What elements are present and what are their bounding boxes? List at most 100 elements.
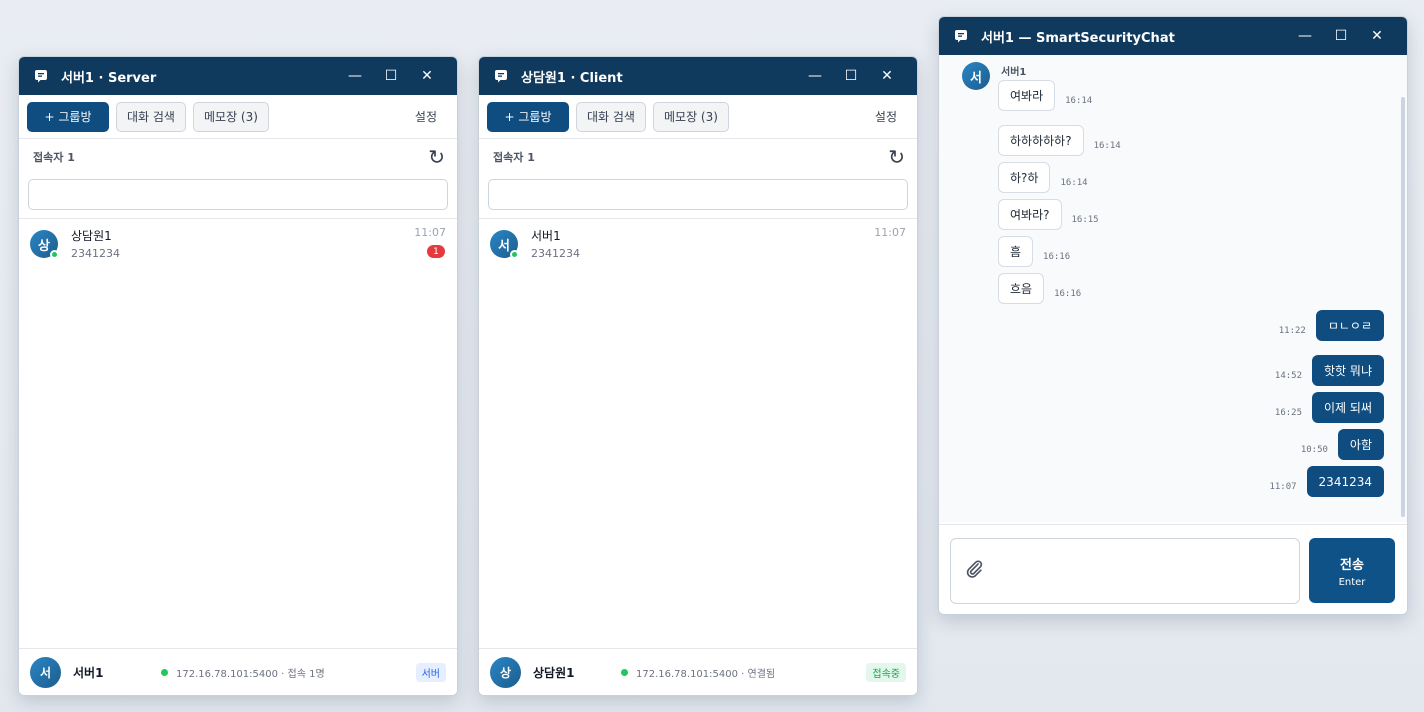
maximize-icon[interactable]: ☐ xyxy=(373,57,409,95)
incoming-message: 흠 16:16 xyxy=(998,236,1080,267)
chat-window: 서버1 — SmartSecurityChat — ☐ ✕ 서 서버1 여봐라 … xyxy=(938,16,1408,615)
message-time: 16:25 xyxy=(1274,408,1303,418)
chat-titlebar[interactable]: 서버1 — SmartSecurityChat — ☐ ✕ xyxy=(939,17,1407,55)
outgoing-message: 14:52 핫핫 뭐냐 xyxy=(1265,355,1384,386)
window-title: 서버1 — SmartSecurityChat xyxy=(981,30,1175,46)
scrollbar[interactable] xyxy=(1401,97,1405,517)
chat-icon xyxy=(953,28,969,44)
message-bubble: 아함 xyxy=(1337,429,1384,460)
minimize-icon[interactable]: — xyxy=(797,57,833,95)
chat-icon xyxy=(33,68,49,84)
maximize-icon[interactable]: ☐ xyxy=(833,57,869,95)
incoming-message: 여봐라? 16:15 xyxy=(998,199,1109,230)
server-window: 서버1 · Server — ☐ ✕ + 그룹방 대화 검색 메모장 (3) 설… xyxy=(18,56,458,696)
sender-header: 서 xyxy=(962,62,990,90)
outgoing-message: 16:25 이제 되써 xyxy=(1265,392,1384,423)
message-time: 14:52 xyxy=(1274,371,1303,381)
send-label: 전송 xyxy=(1340,557,1364,573)
status-footer: 서 서버1 172.16.78.101:5400 · 접속 1명 서버 xyxy=(19,648,457,695)
user-name: 상담원1 xyxy=(533,665,575,680)
message-bubble: 여봐라 xyxy=(998,80,1056,111)
client-window: 상담원1 · Client — ☐ ✕ + 그룹방 대화 검색 메모장 (3) … xyxy=(478,56,918,696)
memo-button[interactable]: 메모장 (3) xyxy=(192,101,269,132)
message-input[interactable] xyxy=(950,538,1300,604)
online-indicator xyxy=(50,250,59,259)
message-time: 16:16 xyxy=(1054,289,1082,299)
avatar: 서 xyxy=(962,62,990,90)
server-toolbar: + 그룹방 대화 검색 메모장 (3) 설정 xyxy=(19,95,457,139)
message-time: 11:22 xyxy=(1278,326,1306,336)
window-title: 상담원1 · Client xyxy=(521,70,623,86)
contact-time: 11:07 xyxy=(414,226,446,239)
incoming-message: 여봐라 16:14 xyxy=(998,80,1102,111)
minimize-icon[interactable]: — xyxy=(337,57,373,95)
contact-last-message: 2341234 xyxy=(531,247,580,260)
connected-users-title: 접속자 1 xyxy=(493,151,535,164)
sender-name: 서버1 xyxy=(1001,67,1027,78)
paperclip-icon[interactable] xyxy=(963,558,985,585)
message-bubble: 2341234 xyxy=(1306,466,1384,497)
role-badge: 서버 xyxy=(415,662,446,682)
message-time: 16:15 xyxy=(1071,215,1099,225)
message-time: 16:14 xyxy=(1065,96,1093,106)
server-titlebar[interactable]: 서버1 · Server — ☐ ✕ xyxy=(19,57,457,95)
incoming-message: 흐음 16:16 xyxy=(998,273,1091,304)
message-area[interactable]: 서 서버1 여봐라 16:14 하하하하하? 16:14 하?하 16:14 여… xyxy=(939,55,1407,522)
memo-button[interactable]: 메모장 (3) xyxy=(652,101,729,132)
message-bubble: 흠 xyxy=(998,236,1034,267)
search-input[interactable] xyxy=(28,179,448,210)
chat-search-button[interactable]: 대화 검색 xyxy=(576,101,646,132)
status-dot xyxy=(161,668,168,676)
avatar-initial: 상 xyxy=(499,665,512,680)
avatar-initial: 서 xyxy=(970,70,982,86)
message-bubble: 흐음 xyxy=(998,273,1045,304)
status-footer: 상 상담원1 172.16.78.101:5400 · 연결됨 접속중 xyxy=(479,648,917,695)
avatar: 상 xyxy=(30,230,59,259)
list-item[interactable]: 서 서버1 2341234 11:07 xyxy=(479,219,917,267)
avatar-initial: 서 xyxy=(498,238,510,254)
contact-list: 서 서버1 2341234 11:07 xyxy=(479,218,917,267)
message-bubble: ㅁㄴㅇㄹ xyxy=(1315,310,1384,341)
maximize-icon[interactable]: ☐ xyxy=(1323,17,1359,55)
refresh-icon[interactable]: ↻ xyxy=(428,145,445,169)
online-indicator xyxy=(510,250,519,259)
message-time: 11:07 xyxy=(1269,482,1297,492)
message-time: 16:14 xyxy=(1093,141,1121,151)
chat-search-button[interactable]: 대화 검색 xyxy=(116,101,186,132)
minimize-icon[interactable]: — xyxy=(1287,17,1323,55)
list-item[interactable]: 상 상담원1 2341234 11:07 1 xyxy=(19,219,457,267)
avatar: 상 xyxy=(490,656,521,688)
close-icon[interactable]: ✕ xyxy=(1359,17,1395,55)
client-titlebar[interactable]: 상담원1 · Client — ☐ ✕ xyxy=(479,57,917,95)
send-shortcut-hint: Enter xyxy=(1338,576,1366,588)
connected-users-title: 접속자 1 xyxy=(33,151,75,164)
message-bubble: 핫핫 뭐냐 xyxy=(1312,355,1384,386)
settings-button[interactable]: 설정 xyxy=(403,108,449,125)
close-icon[interactable]: ✕ xyxy=(409,57,445,95)
close-icon[interactable]: ✕ xyxy=(869,57,905,95)
send-button[interactable]: 전송 Enter xyxy=(1309,538,1395,603)
message-bubble: 하?하 xyxy=(998,162,1051,193)
message-bubble: 하하하하하? xyxy=(998,125,1084,156)
message-bubble: 여봐라? xyxy=(998,199,1062,230)
contact-time: 11:07 xyxy=(874,226,906,239)
refresh-icon[interactable]: ↻ xyxy=(888,145,905,169)
user-name: 서버1 xyxy=(73,665,104,680)
group-room-button[interactable]: + 그룹방 xyxy=(27,101,109,132)
incoming-message: 하?하 16:14 xyxy=(998,162,1098,193)
avatar-initial: 서 xyxy=(39,665,52,680)
message-time: 16:16 xyxy=(1043,252,1071,262)
incoming-message: 하하하하하? 16:14 xyxy=(998,125,1131,156)
settings-button[interactable]: 설정 xyxy=(863,108,909,125)
group-room-button[interactable]: + 그룹방 xyxy=(487,101,569,132)
search-input[interactable] xyxy=(488,179,908,210)
avatar: 서 xyxy=(490,230,519,259)
contact-name: 상담원1 xyxy=(71,229,112,243)
connection-status: 172.16.78.101:5400 · 접속 1명 xyxy=(161,665,416,680)
section-header: 접속자 1 ↻ xyxy=(479,139,917,175)
contact-last-message: 2341234 xyxy=(71,247,120,260)
avatar: 서 xyxy=(30,656,61,688)
avatar-initial: 상 xyxy=(38,238,50,254)
connection-status: 172.16.78.101:5400 · 연결됨 xyxy=(621,665,866,680)
contact-name: 서버1 xyxy=(531,229,561,243)
